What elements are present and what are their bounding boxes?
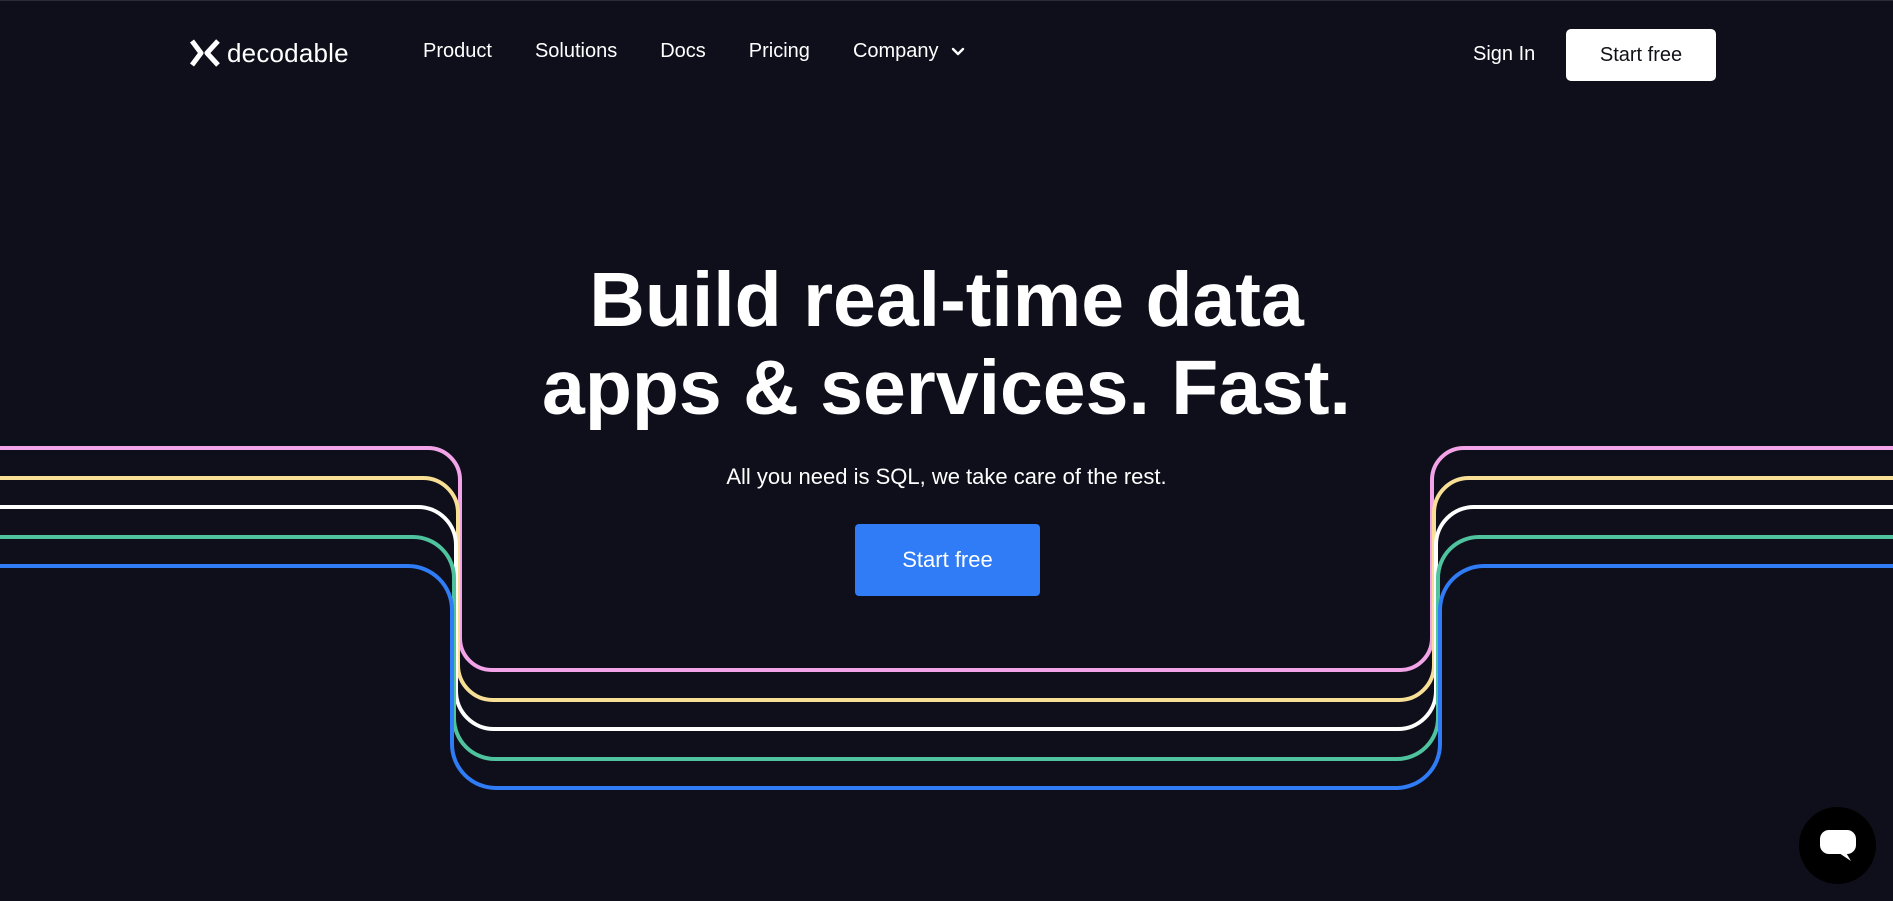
- nav-solutions-label: Solutions: [534, 40, 618, 62]
- decorative-flow-lines: [0, 446, 1893, 790]
- hero-subtitle: All you need is SQL, we take care of the…: [726, 464, 1167, 489]
- nav-pricing-label: Pricing: [748, 40, 810, 62]
- nav-docs-label: Docs: [660, 40, 706, 62]
- brand-name: decodable: [227, 37, 349, 68]
- chat-launcher-button[interactable]: [1799, 807, 1876, 884]
- flow-line-blue: [0, 564, 1893, 790]
- nav-solutions[interactable]: Solutions: [535, 40, 617, 63]
- chat-bubble-icon: [1819, 829, 1856, 861]
- nav-pricing[interactable]: Pricing: [749, 40, 810, 63]
- nav-product[interactable]: Product: [423, 40, 492, 63]
- header-start-free-button[interactable]: Start free: [1566, 29, 1716, 81]
- nav-docs[interactable]: Docs: [660, 40, 706, 63]
- sign-in-link[interactable]: Sign In: [1473, 43, 1535, 66]
- hero-start-free-button[interactable]: Start free: [855, 524, 1040, 596]
- decodable-logo-icon: [190, 39, 220, 67]
- nav-product-label: Product: [423, 40, 492, 62]
- nav-company[interactable]: Company: [853, 40, 965, 63]
- chevron-down-icon: [951, 47, 964, 55]
- hero-title-line-1: Build real-time data: [589, 257, 1304, 343]
- hero-title: Build real-time data apps & services. Fa…: [0, 256, 1893, 432]
- nav-company-label: Company: [852, 40, 939, 62]
- main-nav: Product Solutions Docs Pricing Company: [423, 40, 965, 63]
- hero-title-line-2: apps & services. Fast.: [542, 345, 1351, 431]
- brand-logo[interactable]: decodable: [190, 38, 349, 68]
- site-header: decodable Product Solutions Docs Pricing…: [0, 0, 1893, 108]
